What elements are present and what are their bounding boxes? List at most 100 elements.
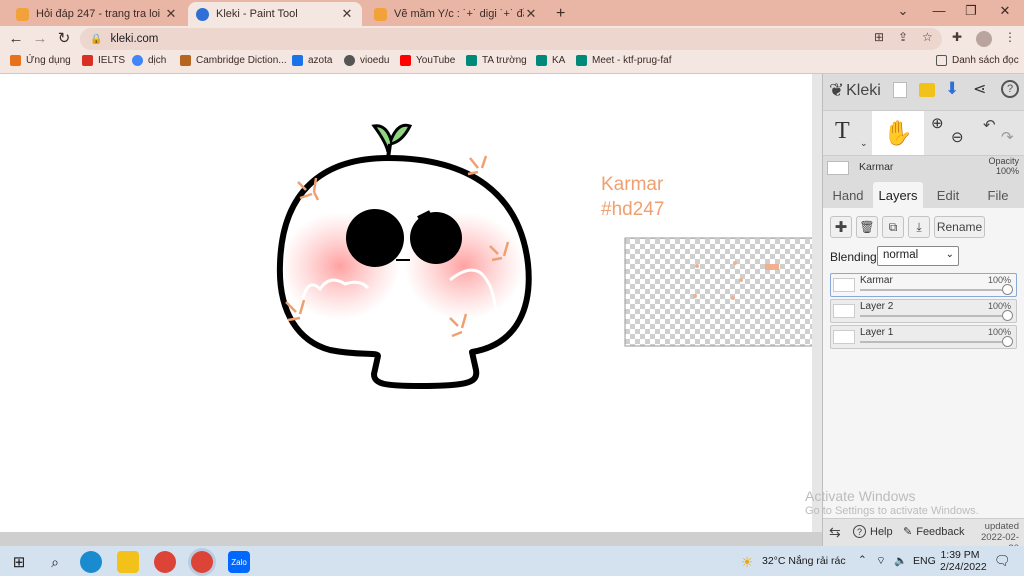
- avatar[interactable]: [976, 31, 992, 47]
- bookmark-youtube[interactable]: YouTube: [400, 55, 455, 66]
- azota-icon: [292, 55, 303, 66]
- tab-file[interactable]: File: [975, 182, 1021, 208]
- windows-taskbar: ⊞ ⌕ Zalo ☀ 32°C Nắng rải rác ⌃ ⌔ 🔈 ENG 1…: [0, 546, 1024, 576]
- zoom-in-icon[interactable]: ⊕: [931, 114, 944, 132]
- clock[interactable]: 1:39 PM 2/24/2022: [940, 549, 987, 573]
- drawing-canvas[interactable]: Karmar #hd247: [0, 74, 822, 546]
- file-explorer-icon[interactable]: [117, 551, 139, 573]
- bookmark-azota[interactable]: azota: [292, 55, 332, 66]
- hand-tool-icon[interactable]: ✋: [872, 111, 924, 155]
- kleki-logo[interactable]: ❦ Kleki: [829, 80, 881, 101]
- tab-edit[interactable]: Edit: [927, 182, 969, 208]
- close-icon[interactable]: ✕: [524, 6, 538, 22]
- browser-toolbar: ← → ↻ 🔒 kleki.com ⊞ ⇪ ☆ ✚ ⋮: [0, 26, 1024, 52]
- open-folder-icon[interactable]: [919, 83, 935, 97]
- swap-icon[interactable]: ⇆: [829, 524, 841, 541]
- extensions-icon[interactable]: ✚: [952, 30, 962, 44]
- merge-down-button[interactable]: ⤓: [908, 216, 930, 238]
- translate-icon[interactable]: ⊞: [874, 30, 884, 44]
- chevron-down-icon[interactable]: ⌄: [860, 138, 868, 149]
- close-window-button[interactable]: ✕: [990, 3, 1020, 21]
- opacity-info: Opacity 100%: [983, 156, 1019, 176]
- search-icon[interactable]: ⌕: [44, 551, 66, 573]
- new-image-icon[interactable]: [893, 82, 907, 98]
- back-button[interactable]: ←: [6, 30, 26, 48]
- ielts-icon: [82, 55, 93, 66]
- layer-opacity-slider[interactable]: [860, 315, 1006, 317]
- forward-button[interactable]: →: [30, 30, 50, 48]
- close-icon[interactable]: ✕: [164, 6, 178, 22]
- weather-icon[interactable]: ☀: [736, 551, 758, 573]
- layer-opacity-slider[interactable]: [860, 289, 1006, 291]
- bookmark-apps[interactable]: Ứng dụng: [10, 55, 71, 66]
- duplicate-layer-button[interactable]: ⧉: [882, 216, 904, 238]
- bookmark-dich[interactable]: dịch: [132, 55, 166, 66]
- zalo-icon[interactable]: Zalo: [228, 551, 250, 573]
- url-text: kleki.com: [110, 33, 159, 45]
- bookmark-star-icon[interactable]: ☆: [922, 30, 933, 44]
- delete-layer-button[interactable]: 🗑: [856, 216, 878, 238]
- weather-text[interactable]: 32°C Nắng rải rác: [762, 555, 846, 567]
- clock-time: 1:39 PM: [940, 549, 980, 561]
- tab-search-icon[interactable]: ⌄: [888, 3, 918, 21]
- watermark-title: Activate Windows: [805, 488, 916, 504]
- bookmark-meet[interactable]: Meet - ktf-prug-faf: [576, 55, 671, 66]
- new-tab-button[interactable]: +: [548, 2, 572, 26]
- bookmark-ka[interactable]: KA: [536, 55, 565, 66]
- vertical-scrollbar[interactable]: [812, 74, 822, 532]
- bookmark-ta-truong[interactable]: TA trường: [466, 55, 527, 66]
- more-menu-icon[interactable]: ⋮: [1004, 30, 1016, 44]
- reading-list-button[interactable]: Danh sách đọc: [936, 55, 1019, 66]
- edge-icon[interactable]: [80, 551, 102, 573]
- rename-layer-button[interactable]: Rename: [934, 216, 985, 238]
- tab-ve-mam[interactable]: Vẽ mầm Y/c : ˙+˙ digi ˙+˙ đầu kh ✕: [366, 2, 546, 26]
- chevron-up-icon[interactable]: ⌃: [858, 554, 867, 566]
- help-label: Help: [870, 525, 893, 538]
- bookmark-ielts[interactable]: IELTS: [82, 55, 125, 66]
- close-icon[interactable]: ✕: [340, 6, 354, 22]
- layer-item-layer-2[interactable]: Layer 2 100%: [830, 299, 1017, 323]
- cambridge-icon: [180, 55, 191, 66]
- restore-button[interactable]: ❐: [956, 3, 986, 21]
- slider-knob[interactable]: [1002, 336, 1013, 347]
- tab-kleki[interactable]: Kleki - Paint Tool ✕: [188, 2, 362, 26]
- youtube-icon: [400, 55, 411, 66]
- feedback-button[interactable]: ✎ Feedback: [903, 525, 965, 539]
- bookmark-cambridge[interactable]: Cambridge Diction...: [180, 55, 287, 66]
- tab-hand[interactable]: Hand: [825, 182, 871, 208]
- pencil-icon: ✎: [903, 526, 913, 538]
- help-button[interactable]: ? Help: [853, 525, 893, 538]
- start-windows-icon[interactable]: ⊞: [8, 551, 30, 573]
- browser-tab-strip: Hỏi đáp 247 - trang tra loi ✕ Kleki - Pa…: [0, 0, 1024, 26]
- layer-opacity-slider[interactable]: [860, 341, 1006, 343]
- address-bar[interactable]: 🔒 kleki.com: [80, 28, 942, 50]
- chrome-icon[interactable]: [154, 551, 176, 573]
- wifi-icon[interactable]: ⌔: [876, 554, 886, 568]
- add-layer-button[interactable]: ✚: [830, 216, 852, 238]
- text-tool-icon[interactable]: T: [835, 118, 850, 145]
- bookmark-vioedu[interactable]: vioedu: [344, 55, 389, 66]
- share-icon[interactable]: ⇪: [898, 30, 908, 44]
- zoom-out-icon[interactable]: ⊖: [951, 128, 964, 146]
- kleki-logo-icon: ❦: [829, 80, 845, 100]
- layer-item-layer-1[interactable]: Layer 1 100%: [830, 325, 1017, 349]
- reload-button[interactable]: ↻: [54, 30, 74, 48]
- tab-hoidap[interactable]: Hỏi đáp 247 - trang tra loi ✕: [8, 2, 186, 26]
- slider-knob[interactable]: [1002, 310, 1013, 321]
- language-indicator[interactable]: ENG: [913, 555, 936, 567]
- layer-item-karmar[interactable]: Karmar 100%: [830, 273, 1017, 297]
- help-icon[interactable]: ?: [1001, 80, 1019, 98]
- share-icon[interactable]: ⋖: [973, 79, 986, 99]
- active-layer-thumb: [827, 161, 849, 175]
- undo-icon[interactable]: ↶: [983, 116, 996, 134]
- horizontal-scrollbar[interactable]: [0, 532, 822, 546]
- blending-select[interactable]: normal ⌄: [877, 246, 959, 266]
- slider-knob[interactable]: [1002, 284, 1013, 295]
- download-icon[interactable]: ⬇: [945, 79, 959, 99]
- volume-icon[interactable]: 🔈: [894, 554, 907, 567]
- chrome-profile-icon[interactable]: [191, 551, 213, 573]
- redo-icon[interactable]: ↷: [1001, 128, 1014, 146]
- notification-icon[interactable]: 🗨: [994, 553, 1011, 569]
- tab-layers[interactable]: Layers: [873, 182, 923, 208]
- minimize-button[interactable]: —: [924, 3, 954, 21]
